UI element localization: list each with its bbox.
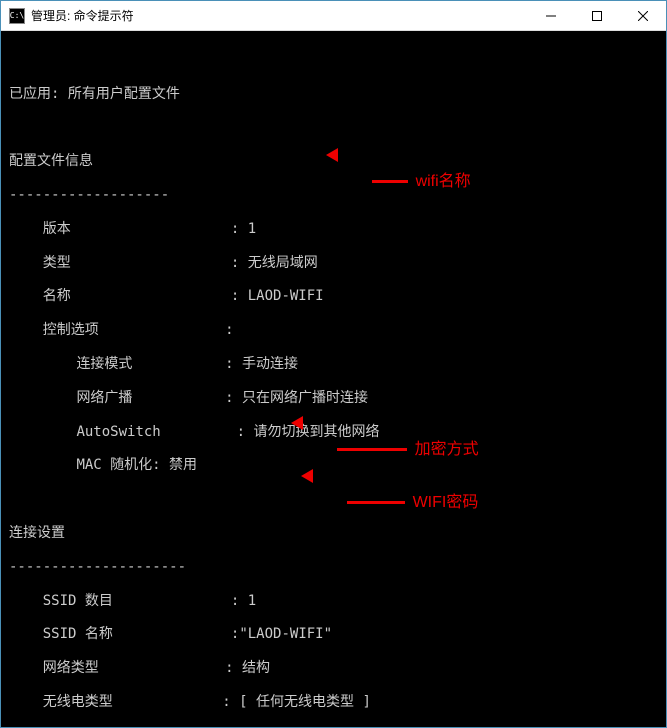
row-ssid-count: SSID 数目 : 1	[9, 593, 658, 610]
section-connection: 连接设置	[9, 525, 658, 542]
window-controls	[528, 1, 666, 31]
minimize-button[interactable]	[528, 1, 574, 31]
row-ssid-name: SSID 名称 :"LAOD-WIFI"	[9, 626, 658, 643]
row-conn-mode: 连接模式 : 手动连接	[9, 356, 658, 373]
row-net-type: 网络类型 : 结构	[9, 660, 658, 677]
minimize-icon	[546, 11, 556, 21]
titlebar[interactable]: C:\ 管理员: 命令提示符	[1, 1, 666, 31]
row-mac: MAC 随机化: 禁用	[9, 457, 658, 474]
row-autoswitch: AutoSwitch : 请勿切换到其他网络	[9, 424, 658, 441]
close-icon	[638, 11, 648, 21]
row-broadcast: 网络广播 : 只在网络广播时连接	[9, 390, 658, 407]
window-frame: C:\ 管理员: 命令提示符 已应用: 所有用户配置文件 配置文件信息 ----…	[0, 0, 667, 728]
maximize-icon	[592, 11, 602, 21]
divider: -------------------	[9, 187, 658, 204]
maximize-button[interactable]	[574, 1, 620, 31]
row-control: 控制选项 :	[9, 322, 658, 339]
window-title: 管理员: 命令提示符	[31, 7, 134, 24]
row-radio: 无线电类型 : [ 任何无线电类型 ]	[9, 694, 658, 711]
cmd-icon: C:\	[9, 8, 25, 24]
blank-line	[9, 52, 658, 69]
close-button[interactable]	[620, 1, 666, 31]
row-type: 类型 : 无线局域网	[9, 255, 658, 272]
section-profile-info: 配置文件信息	[9, 153, 658, 170]
applied-line: 已应用: 所有用户配置文件	[9, 86, 658, 103]
row-name: 名称 : LAOD-WIFI	[9, 288, 658, 305]
terminal-output[interactable]: 已应用: 所有用户配置文件 配置文件信息 -------------------…	[1, 31, 666, 727]
divider: ---------------------	[9, 559, 658, 576]
row-version: 版本 : 1	[9, 221, 658, 238]
